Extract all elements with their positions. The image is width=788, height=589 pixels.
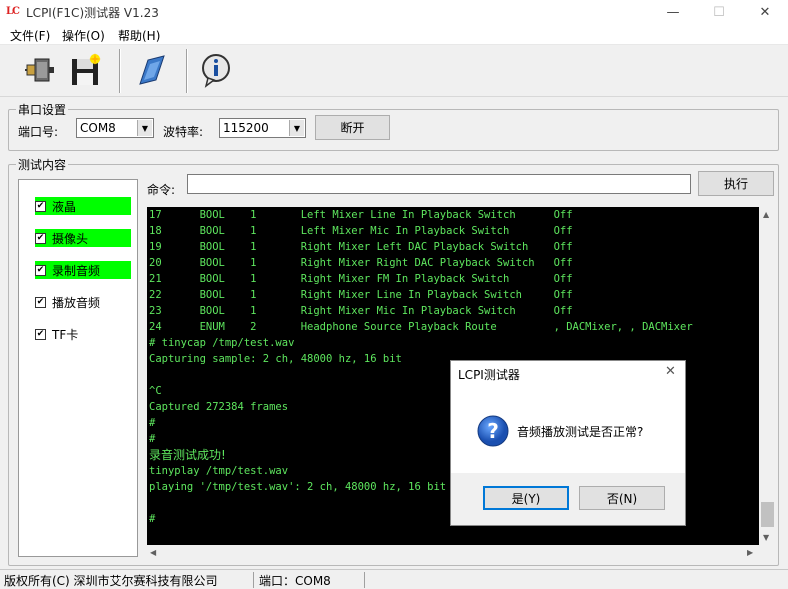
- serial-connect-icon: [25, 58, 54, 82]
- terminal-line: Capturing sample: 2 ch, 48000 hz, 16 bit: [149, 353, 402, 365]
- baud-select[interactable]: 115200 ▼: [219, 118, 306, 138]
- baud-value: 115200: [223, 121, 269, 135]
- menu-operation[interactable]: 操作(O): [62, 27, 105, 44]
- serial-connect-button[interactable]: [20, 50, 60, 90]
- chevron-down-icon: ▼: [137, 120, 152, 136]
- dialog-close-button[interactable]: ✕: [665, 364, 676, 379]
- app-logo: LC: [6, 6, 20, 17]
- no-button[interactable]: 否(N): [579, 486, 665, 510]
- maximize-button[interactable]: ☐: [696, 0, 742, 24]
- toolbar-separator: [119, 49, 121, 93]
- yes-button[interactable]: 是(Y): [483, 486, 569, 510]
- info-button[interactable]: [196, 50, 236, 90]
- execute-button[interactable]: 执行: [698, 171, 774, 196]
- terminal-line: 20 BOOL 1 Right Mixer Right DAC Playback…: [149, 257, 573, 269]
- checkbox-checked-icon[interactable]: ✔: [35, 264, 46, 276]
- terminal-line: ^C: [149, 385, 162, 397]
- status-bar: 版权所有(C) 深圳市艾尔赛科技有限公司 端口：COM8: [0, 569, 788, 589]
- flash-tool-icon: [139, 55, 165, 85]
- status-copyright: 版权所有(C) 深圳市艾尔赛科技有限公司: [0, 572, 254, 588]
- checkbox-checked-icon[interactable]: ✔: [35, 328, 46, 340]
- terminal-line: 18 BOOL 1 Left Mixer Mic In Playback Swi…: [149, 225, 573, 237]
- toolbar-separator: [186, 49, 188, 93]
- checkbox-checked-icon[interactable]: ✔: [35, 296, 46, 308]
- scroll-thumb[interactable]: [761, 502, 774, 527]
- command-label: 命令:: [147, 183, 176, 197]
- confirm-dialog: LCPI测试器 ✕ ? 音频播放测试是否正常? 是(Y) 否(N): [450, 360, 686, 526]
- test-item-label: TF卡: [52, 327, 79, 342]
- test-item-label: 液晶: [52, 199, 77, 214]
- scroll-left-icon[interactable]: ◀: [150, 548, 156, 557]
- checkbox-checked-icon[interactable]: ✔: [35, 232, 46, 244]
- terminal-line: #: [149, 513, 156, 525]
- test-item-camera[interactable]: ✔ 摄像头: [35, 229, 131, 247]
- vertical-scrollbar[interactable]: ▲ ▼: [759, 207, 776, 545]
- test-item-label: 录制音频: [52, 263, 101, 278]
- chevron-down-icon: ▼: [289, 120, 304, 136]
- test-item-play-audio[interactable]: ✔ 播放音频: [35, 293, 100, 311]
- terminal-line: playing '/tmp/test.wav': 2 ch, 48000 hz,…: [149, 481, 447, 493]
- disconnect-button[interactable]: 断开: [315, 115, 390, 140]
- command-input[interactable]: [187, 174, 691, 194]
- test-item-record-audio[interactable]: ✔ 录制音频: [35, 261, 131, 279]
- terminal-line: 23 BOOL 1 Right Mixer Mic In Playback Sw…: [149, 305, 573, 317]
- terminal-line: 录音测试成功!: [149, 448, 226, 462]
- port-label: 端口号:: [18, 125, 59, 139]
- terminal-line: 17 BOOL 1 Left Mixer Line In Playback Sw…: [149, 209, 573, 221]
- test-content-title: 测试内容: [16, 156, 69, 173]
- baud-label: 波特率:: [163, 125, 204, 139]
- test-item-lcd[interactable]: ✔ 液晶: [35, 197, 131, 215]
- save-disk-icon: [72, 53, 101, 85]
- port-select[interactable]: COM8 ▼: [76, 118, 154, 138]
- menu-help[interactable]: 帮助(H): [118, 27, 160, 44]
- terminal-line: # tinycap /tmp/test.wav: [149, 337, 295, 349]
- dialog-button-bar: 是(Y) 否(N): [451, 473, 685, 525]
- dialog-title: LCPI测试器: [458, 368, 520, 382]
- test-item-label: 摄像头: [52, 231, 89, 246]
- terminal-line: 21 BOOL 1 Right Mixer FM In Playback Swi…: [149, 273, 573, 285]
- question-icon: ?: [477, 415, 509, 447]
- scroll-right-icon[interactable]: ▶: [747, 548, 753, 557]
- scroll-up-icon[interactable]: ▲: [763, 210, 769, 219]
- dialog-message: 音频播放测试是否正常?: [517, 425, 644, 439]
- window-title: LCPI(F1C)测试器 V1.23: [26, 6, 159, 20]
- svg-text:?: ?: [487, 419, 499, 443]
- title-bar[interactable]: LC LCPI(F1C)测试器 V1.23 — ☐ ✕: [0, 0, 788, 24]
- menu-file[interactable]: 文件(F): [10, 27, 50, 44]
- info-icon: [202, 54, 230, 88]
- terminal-line: 19 BOOL 1 Right Mixer Left DAC Playback …: [149, 241, 573, 253]
- terminal-line: #: [149, 433, 156, 445]
- close-button[interactable]: ✕: [742, 0, 788, 24]
- serial-settings-title: 串口设置: [16, 101, 69, 118]
- horizontal-scrollbar[interactable]: ◀ ▶: [147, 545, 759, 562]
- terminal-line: 22 BOOL 1 Right Mixer Line In Playback S…: [149, 289, 573, 301]
- menu-bar: 文件(F) 操作(O) 帮助(H): [0, 24, 788, 45]
- toolbar: [0, 45, 788, 97]
- port-value: COM8: [80, 121, 116, 135]
- terminal-line: Captured 272384 frames: [149, 401, 289, 413]
- status-port: 端口：COM8: [255, 572, 365, 588]
- terminal-line: #: [149, 417, 156, 429]
- test-item-list: ✔ 液晶 ✔ 摄像头 ✔ 录制音频 ✔ 播放音频 ✔ TF卡: [18, 179, 138, 557]
- test-item-label: 播放音频: [52, 295, 101, 310]
- save-button[interactable]: [66, 50, 106, 90]
- minimize-button[interactable]: —: [650, 0, 696, 24]
- test-item-tf-card[interactable]: ✔ TF卡: [35, 325, 78, 343]
- terminal-line: 24 ENUM 2 Headphone Source Playback Rout…: [149, 321, 693, 333]
- flash-tool-button[interactable]: [132, 50, 172, 90]
- checkbox-checked-icon[interactable]: ✔: [35, 200, 46, 212]
- scroll-down-icon[interactable]: ▼: [763, 533, 769, 542]
- terminal-line: tinyplay /tmp/test.wav: [149, 465, 289, 477]
